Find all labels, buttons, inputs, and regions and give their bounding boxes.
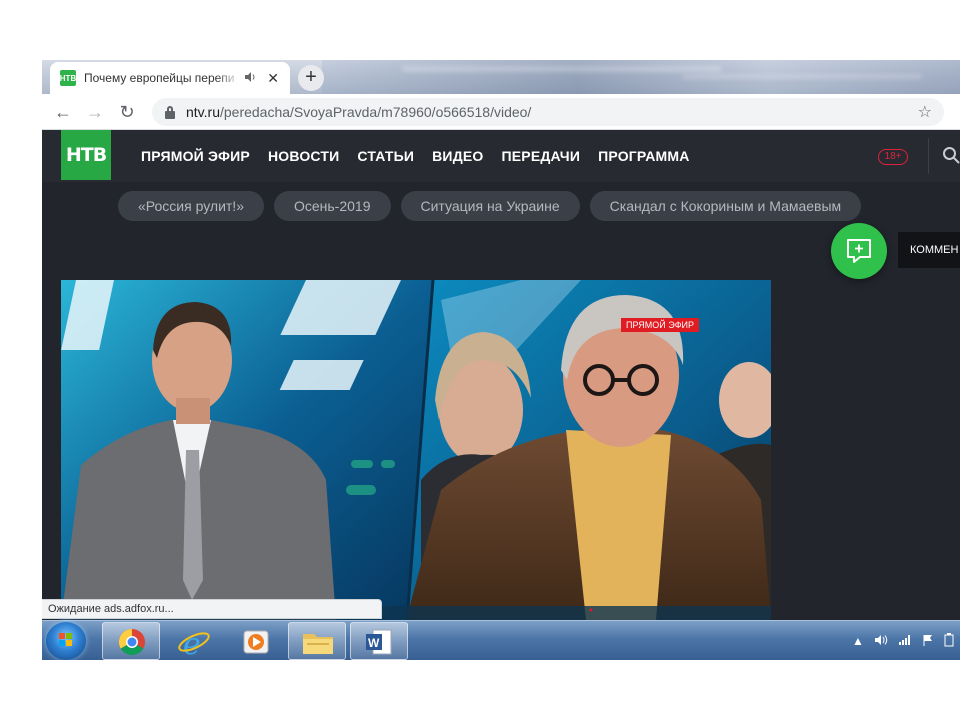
nav-news[interactable]: НОВОСТИ (268, 148, 339, 164)
word-icon: W (366, 629, 392, 655)
action-center-flag-icon[interactable] (922, 634, 934, 649)
speaker-icon[interactable] (244, 71, 258, 86)
age-rating-badge: 18+ (878, 149, 908, 165)
back-button[interactable]: ← (52, 101, 74, 123)
site-header: НТВ ПРЯМОЙ ЭФИР НОВОСТИ СТАТЬИ ВИДЕО ПЕР… (42, 130, 960, 182)
lock-icon[interactable] (164, 105, 176, 119)
tag-russia-rules[interactable]: «Россия рулит!» (118, 191, 264, 221)
main-nav: ПРЯМОЙ ЭФИР НОВОСТИ СТАТЬИ ВИДЕО ПЕРЕДАЧ… (141, 130, 708, 182)
ie-taskbar-button[interactable]: e (164, 622, 222, 660)
power-icon[interactable] (944, 632, 954, 650)
media-player-icon (243, 630, 269, 654)
system-tray: ▲ (852, 621, 960, 660)
new-tab-button[interactable]: + (298, 65, 324, 91)
svg-text:W: W (368, 636, 380, 650)
tab-close-icon[interactable]: ✕ (266, 70, 280, 87)
nav-schedule[interactable]: ПРОГРАММА (598, 148, 690, 164)
tab-strip: НТВ Почему европейцы перепи ✕ + (42, 60, 960, 94)
nav-live[interactable]: ПРЯМОЙ ЭФИР (141, 148, 250, 164)
comment-tooltip: КОММЕН (898, 232, 960, 268)
browser-toolbar: ← → ↻ ntv.ru /peredacha/SvoyaPravda/m789… (42, 94, 960, 130)
start-button[interactable] (46, 622, 86, 660)
header-divider (928, 138, 929, 174)
bookmark-star-icon[interactable]: ☆ (918, 102, 932, 122)
show-hidden-icons[interactable]: ▲ (852, 634, 864, 648)
tab-title: Почему европейцы перепи (84, 71, 235, 85)
comment-button[interactable] (831, 223, 887, 279)
forward-button[interactable]: → (84, 101, 106, 123)
add-comment-icon (847, 239, 871, 263)
nav-video[interactable]: ВИДЕО (432, 148, 483, 164)
nav-articles[interactable]: СТАТЬИ (357, 148, 414, 164)
url-path: /peredacha/SvoyaPravda/m78960/o566518/vi… (219, 104, 532, 120)
screenshot: НТВ Почему европейцы перепи ✕ + ← → ↻ nt… (42, 60, 960, 660)
live-badge: ПРЯМОЙ ЭФИР (621, 318, 700, 332)
browser-tab-active[interactable]: НТВ Почему европейцы перепи ✕ (50, 62, 290, 94)
tag-kokorin-mamaev[interactable]: Скандал с Кокориным и Мамаевым (589, 191, 862, 221)
topic-tags: «Россия рулит!» Осень-2019 Ситуация на У… (118, 191, 871, 221)
search-icon[interactable] (942, 146, 960, 164)
svg-text:e: e (183, 627, 201, 660)
tag-ukraine[interactable]: Ситуация на Украине (400, 191, 580, 221)
file-explorer-icon (303, 634, 333, 654)
video-player[interactable]: ПРЯМОЙ ЭФИР (61, 280, 771, 620)
windows-taskbar: e W ▲ (42, 620, 960, 660)
explorer-taskbar-button[interactable] (288, 622, 346, 660)
tag-autumn-2019[interactable]: Осень-2019 (273, 191, 391, 221)
reload-button[interactable]: ↻ (116, 101, 138, 123)
chrome-icon (118, 628, 145, 656)
ntv-logo[interactable]: НТВ (61, 130, 111, 180)
address-bar[interactable]: ntv.ru /peredacha/SvoyaPravda/m78960/o56… (152, 98, 944, 126)
network-icon[interactable] (898, 634, 912, 649)
word-taskbar-button[interactable]: W (350, 622, 408, 660)
nav-shows[interactable]: ПЕРЕДАЧИ (502, 148, 581, 164)
chrome-taskbar-button[interactable] (102, 622, 160, 660)
url-domain: ntv.ru (186, 104, 220, 120)
internet-explorer-icon: e (178, 627, 210, 660)
ntv-favicon-icon: НТВ (60, 70, 76, 86)
windows-logo-icon (59, 633, 72, 646)
media-player-taskbar-button[interactable] (226, 622, 284, 660)
volume-icon[interactable] (874, 634, 888, 649)
status-bubble: Ожидание ads.adfox.ru... (42, 599, 382, 619)
